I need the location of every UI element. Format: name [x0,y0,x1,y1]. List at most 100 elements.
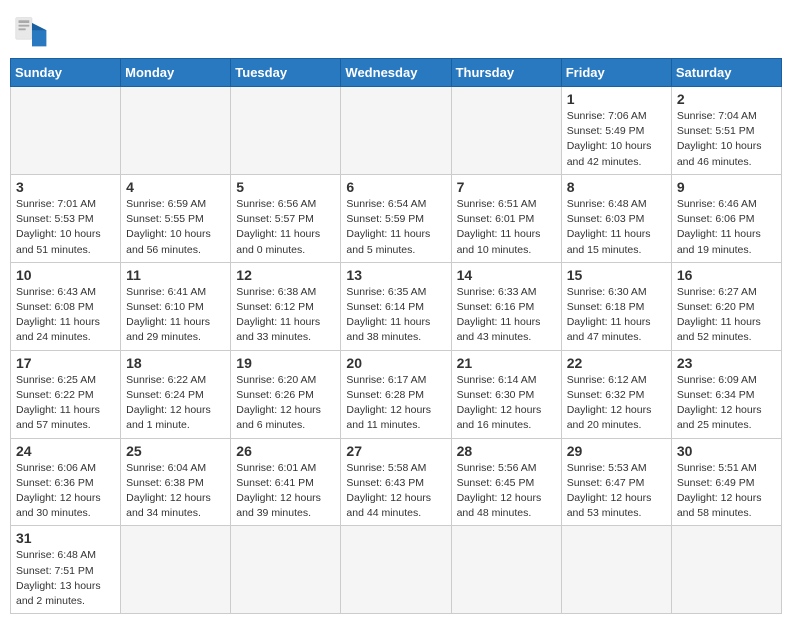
calendar-cell: 20Sunrise: 6:17 AM Sunset: 6:28 PM Dayli… [341,350,451,438]
calendar-cell [451,526,561,614]
calendar-cell: 9 Sunrise: 6:46 AM Sunset: 6:06 PM Daylig… [671,174,781,262]
calendar-cell: 29 Sunrise: 5:53 AM Sunset: 6:47 PM Dayli… [561,438,671,526]
day-number: 8 [567,179,666,195]
day-info: Sunrise: 5:58 AM Sunset: 6:43 PM Dayligh… [346,461,445,522]
calendar-cell [341,526,451,614]
day-number: 28 [457,443,556,459]
day-number: 29 [567,443,666,459]
day-info: Sunrise: 6:04 AM Sunset: 6:38 PM Dayligh… [126,461,225,522]
calendar-cell: 1Sunrise: 7:06 AM Sunset: 5:49 PM Daylig… [561,87,671,175]
calendar-cell [561,526,671,614]
day-info: Sunrise: 7:01 AM Sunset: 5:53 PM Dayligh… [16,197,115,258]
day-number: 24 [16,443,115,459]
day-number: 14 [457,267,556,283]
calendar-cell: 19Sunrise: 6:20 AM Sunset: 6:26 PM Dayli… [231,350,341,438]
day-number: 4 [126,179,225,195]
calendar-cell: 5 Sunrise: 6:56 AM Sunset: 5:57 PM Daylig… [231,174,341,262]
day-number: 17 [16,355,115,371]
day-number: 11 [126,267,225,283]
day-info: Sunrise: 6:30 AM Sunset: 6:18 PM Dayligh… [567,285,666,346]
day-info: Sunrise: 6:54 AM Sunset: 5:59 PM Dayligh… [346,197,445,258]
day-number: 1 [567,91,666,107]
calendar-header-monday: Monday [121,59,231,87]
calendar-cell: 25 Sunrise: 6:04 AM Sunset: 6:38 PM Dayli… [121,438,231,526]
calendar-cell: 24Sunrise: 6:06 AM Sunset: 6:36 PM Dayli… [11,438,121,526]
day-info: Sunrise: 6:48 AM Sunset: 7:51 PM Dayligh… [16,548,115,609]
calendar-cell: 14 Sunrise: 6:33 AM Sunset: 6:16 PM Dayli… [451,262,561,350]
calendar-cell: 16Sunrise: 6:27 AM Sunset: 6:20 PM Dayli… [671,262,781,350]
calendar-cell [121,87,231,175]
calendar-cell: 22 Sunrise: 6:12 AM Sunset: 6:32 PM Dayli… [561,350,671,438]
calendar-header-thursday: Thursday [451,59,561,87]
calendar-cell: 27 Sunrise: 5:58 AM Sunset: 6:43 PM Dayli… [341,438,451,526]
day-info: Sunrise: 6:51 AM Sunset: 6:01 PM Dayligh… [457,197,556,258]
day-info: Sunrise: 6:27 AM Sunset: 6:20 PM Dayligh… [677,285,776,346]
calendar-cell [11,87,121,175]
day-info: Sunrise: 6:25 AM Sunset: 6:22 PM Dayligh… [16,373,115,434]
calendar-cell: 11 Sunrise: 6:41 AM Sunset: 6:10 PM Dayli… [121,262,231,350]
calendar-cell: 8 Sunrise: 6:48 AM Sunset: 6:03 PM Daylig… [561,174,671,262]
calendar-cell: 23 Sunrise: 6:09 AM Sunset: 6:34 PM Dayli… [671,350,781,438]
calendar-cell [451,87,561,175]
day-number: 3 [16,179,115,195]
day-info: Sunrise: 6:14 AM Sunset: 6:30 PM Dayligh… [457,373,556,434]
calendar-week-3: 10 Sunrise: 6:43 AM Sunset: 6:08 PM Dayli… [11,262,782,350]
day-info: Sunrise: 6:33 AM Sunset: 6:16 PM Dayligh… [457,285,556,346]
calendar-cell: 3 Sunrise: 7:01 AM Sunset: 5:53 PM Daylig… [11,174,121,262]
day-info: Sunrise: 6:41 AM Sunset: 6:10 PM Dayligh… [126,285,225,346]
day-info: Sunrise: 6:12 AM Sunset: 6:32 PM Dayligh… [567,373,666,434]
header [10,10,782,50]
day-info: Sunrise: 6:48 AM Sunset: 6:03 PM Dayligh… [567,197,666,258]
day-info: Sunrise: 6:20 AM Sunset: 6:26 PM Dayligh… [236,373,335,434]
calendar-week-1: 1Sunrise: 7:06 AM Sunset: 5:49 PM Daylig… [11,87,782,175]
calendar-week-5: 24Sunrise: 6:06 AM Sunset: 6:36 PM Dayli… [11,438,782,526]
day-info: Sunrise: 5:51 AM Sunset: 6:49 PM Dayligh… [677,461,776,522]
day-info: Sunrise: 6:59 AM Sunset: 5:55 PM Dayligh… [126,197,225,258]
day-info: Sunrise: 6:38 AM Sunset: 6:12 PM Dayligh… [236,285,335,346]
calendar-cell [341,87,451,175]
day-info: Sunrise: 5:56 AM Sunset: 6:45 PM Dayligh… [457,461,556,522]
logo [14,14,54,50]
calendar-cell: 28 Sunrise: 5:56 AM Sunset: 6:45 PM Dayli… [451,438,561,526]
calendar-cell: 13Sunrise: 6:35 AM Sunset: 6:14 PM Dayli… [341,262,451,350]
calendar-cell: 4 Sunrise: 6:59 AM Sunset: 5:55 PM Daylig… [121,174,231,262]
day-number: 7 [457,179,556,195]
day-info: Sunrise: 7:04 AM Sunset: 5:51 PM Dayligh… [677,109,776,170]
day-number: 25 [126,443,225,459]
day-number: 15 [567,267,666,283]
calendar-header-tuesday: Tuesday [231,59,341,87]
calendar-cell [231,526,341,614]
day-info: Sunrise: 5:53 AM Sunset: 6:47 PM Dayligh… [567,461,666,522]
calendar-cell: 31Sunrise: 6:48 AM Sunset: 7:51 PM Dayli… [11,526,121,614]
calendar-week-4: 17 Sunrise: 6:25 AM Sunset: 6:22 PM Dayli… [11,350,782,438]
calendar-cell: 7 Sunrise: 6:51 AM Sunset: 6:01 PM Daylig… [451,174,561,262]
day-info: Sunrise: 6:56 AM Sunset: 5:57 PM Dayligh… [236,197,335,258]
day-number: 22 [567,355,666,371]
day-info: Sunrise: 6:43 AM Sunset: 6:08 PM Dayligh… [16,285,115,346]
calendar-cell: 2Sunrise: 7:04 AM Sunset: 5:51 PM Daylig… [671,87,781,175]
calendar-header-saturday: Saturday [671,59,781,87]
calendar-cell: 17 Sunrise: 6:25 AM Sunset: 6:22 PM Dayli… [11,350,121,438]
calendar-cell [231,87,341,175]
day-number: 9 [677,179,776,195]
calendar-header-sunday: Sunday [11,59,121,87]
day-number: 23 [677,355,776,371]
calendar-cell: 26 Sunrise: 6:01 AM Sunset: 6:41 PM Dayli… [231,438,341,526]
day-info: Sunrise: 6:46 AM Sunset: 6:06 PM Dayligh… [677,197,776,258]
calendar-week-6: 31Sunrise: 6:48 AM Sunset: 7:51 PM Dayli… [11,526,782,614]
day-number: 12 [236,267,335,283]
day-number: 27 [346,443,445,459]
calendar-header-friday: Friday [561,59,671,87]
day-number: 10 [16,267,115,283]
day-info: Sunrise: 6:01 AM Sunset: 6:41 PM Dayligh… [236,461,335,522]
day-number: 20 [346,355,445,371]
calendar-week-2: 3 Sunrise: 7:01 AM Sunset: 5:53 PM Daylig… [11,174,782,262]
day-number: 13 [346,267,445,283]
calendar-cell: 18Sunrise: 6:22 AM Sunset: 6:24 PM Dayli… [121,350,231,438]
day-number: 26 [236,443,335,459]
calendar-header-wednesday: Wednesday [341,59,451,87]
day-info: Sunrise: 6:09 AM Sunset: 6:34 PM Dayligh… [677,373,776,434]
calendar-header-row: SundayMondayTuesdayWednesdayThursdayFrid… [11,59,782,87]
calendar-cell: 12 Sunrise: 6:38 AM Sunset: 6:12 PM Dayli… [231,262,341,350]
day-number: 5 [236,179,335,195]
